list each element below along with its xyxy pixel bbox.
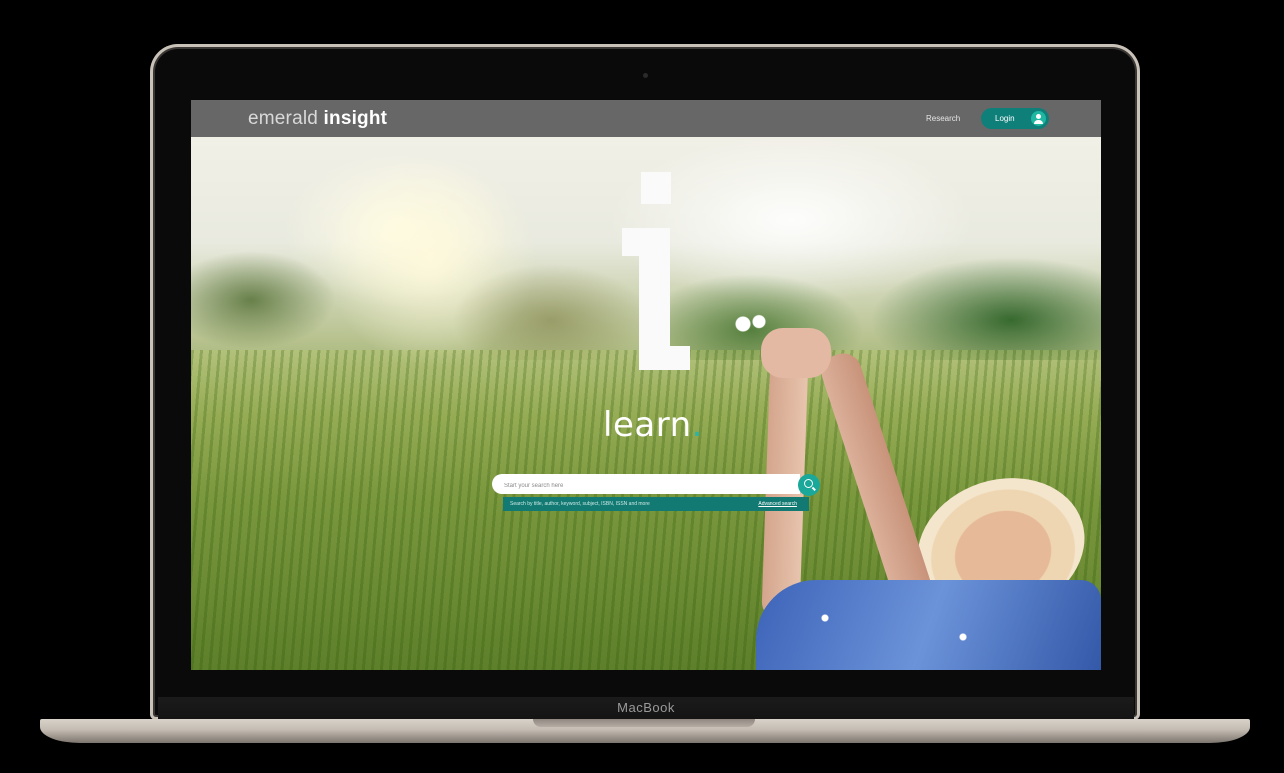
- hero-tagline-dot: .: [691, 405, 703, 445]
- daisy-flowers: [731, 312, 771, 336]
- user-icon: [1031, 111, 1046, 126]
- nav-link-research[interactable]: Research: [926, 114, 960, 123]
- hero-i-foot: [639, 346, 690, 370]
- search-button[interactable]: [798, 474, 820, 496]
- brand-light-text: emerald: [248, 108, 324, 129]
- brand-logo[interactable]: emerald insight: [248, 108, 387, 130]
- laptop-notch: [533, 719, 755, 727]
- hands: [761, 328, 831, 378]
- screen: emerald insight Research Login learn. Se…: [191, 100, 1101, 670]
- search-input[interactable]: [492, 476, 794, 496]
- top-navbar: emerald insight Research Login: [191, 100, 1101, 137]
- device-label: MacBook: [617, 700, 675, 715]
- login-label: Login: [995, 114, 1015, 123]
- laptop-chin: MacBook: [158, 697, 1134, 719]
- hero-tagline-word: learn: [603, 405, 692, 445]
- search-hint-bar: Search by title, author, keyword, subjec…: [503, 497, 809, 511]
- hero-i-letter: [622, 228, 690, 370]
- search-box: [492, 474, 800, 496]
- blue-dress: [756, 580, 1101, 670]
- hero-i-dot: [641, 172, 671, 204]
- brand-bold-text: insight: [323, 108, 388, 129]
- login-button[interactable]: Login: [981, 108, 1049, 129]
- advanced-search-link[interactable]: Advanced search: [758, 497, 797, 511]
- search-hint-text: Search by title, author, keyword, subjec…: [510, 501, 650, 507]
- camera-icon: [643, 73, 648, 78]
- hero-tagline: learn.: [603, 405, 703, 445]
